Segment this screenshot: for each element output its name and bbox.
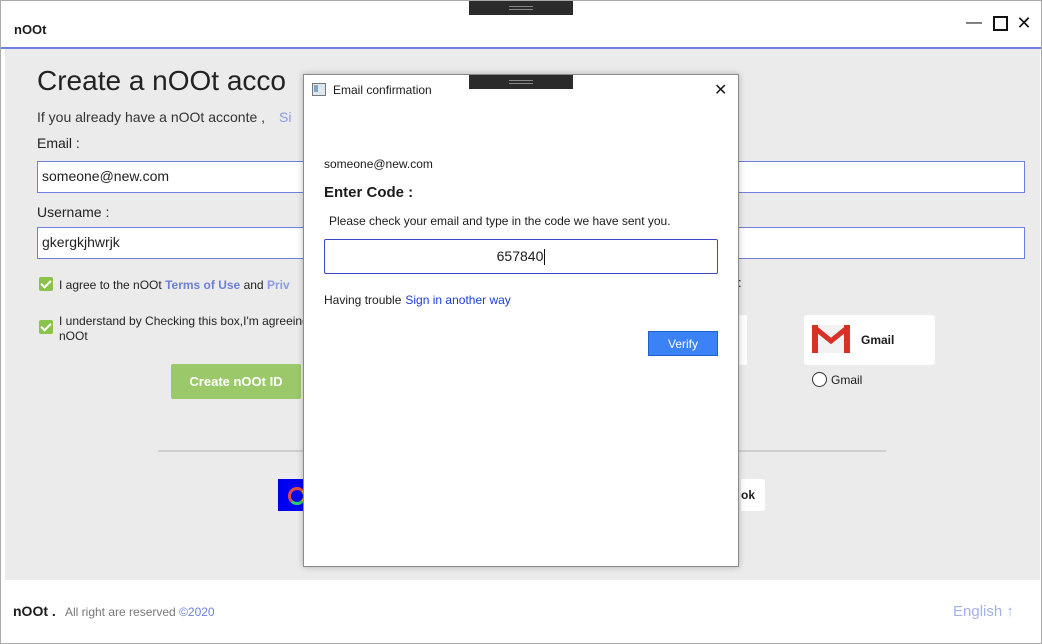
dialog-drag-handle[interactable] xyxy=(469,75,573,89)
code-input[interactable]: 657840 xyxy=(324,239,718,274)
verify-button[interactable]: Verify xyxy=(648,331,718,356)
trouble-line: Having trouble Sign in another way xyxy=(324,293,511,307)
gmail-radio-label: Gmail xyxy=(831,373,863,387)
gmail-card-label: Gmail xyxy=(861,333,895,347)
sign-in-link[interactable]: Si xyxy=(279,109,291,125)
drag-handle[interactable] xyxy=(469,1,573,15)
email-label: Email : xyxy=(37,135,80,151)
page-title: Create a nOOt acco xyxy=(37,65,287,96)
gmail-radio[interactable] xyxy=(812,372,827,387)
agree-prefix: I agree to the nOOt xyxy=(59,278,162,292)
gmail-icon xyxy=(812,325,850,353)
have-account-line: If you already have a nOOt acconte , Si xyxy=(37,109,291,125)
arrow-up-icon: ↑ xyxy=(1006,603,1014,620)
code-value: 657840 xyxy=(496,248,544,264)
understand-line-2: nOOt xyxy=(59,329,88,343)
minimize-icon[interactable]: — xyxy=(963,13,985,33)
language-label: English xyxy=(953,603,1003,620)
rights-text: All right are reserved xyxy=(65,605,176,619)
terms-checkbox[interactable] xyxy=(39,277,53,291)
understand-text: I understand by Checking this box,I'm ag… xyxy=(59,314,319,344)
trouble-text: Having trouble xyxy=(324,293,402,307)
create-id-button[interactable]: Create nOOt ID xyxy=(171,364,301,399)
maximize-icon[interactable] xyxy=(989,13,1011,37)
agree-and: and xyxy=(243,278,264,292)
provider-card-edge[interactable] xyxy=(739,315,747,365)
close-icon[interactable]: ✕ xyxy=(1013,13,1035,33)
have-account-text: If you already have a nOOt acconte , xyxy=(37,109,266,125)
facebook-signin-button[interactable]: ok xyxy=(741,479,765,511)
gmail-card[interactable]: Gmail xyxy=(804,315,935,365)
terms-agreement: I agree to the nOOt Terms of Use and Pri… xyxy=(59,278,290,292)
text-caret xyxy=(544,249,546,266)
footer: nOOt . All right are reserved ©2020 Engl… xyxy=(1,581,1041,643)
copyright-year: ©2020 xyxy=(179,605,215,619)
privacy-link[interactable]: Priv xyxy=(267,278,290,292)
footer-rights: All right are reserved ©2020 xyxy=(65,605,215,619)
terms-of-use-link[interactable]: Terms of Use xyxy=(165,278,240,292)
username-label: Username : xyxy=(37,204,110,220)
dialog-email: someone@new.com xyxy=(324,157,433,171)
understand-checkbox[interactable] xyxy=(39,320,53,334)
email-confirmation-dialog: Email confirmation ✕ someone@new.com Ent… xyxy=(303,74,739,567)
dialog-title: Email confirmation xyxy=(333,83,432,97)
code-instruction: Please check your email and type in the … xyxy=(329,214,671,228)
footer-brand: nOOt . xyxy=(13,603,56,619)
language-selector[interactable]: English ↑ xyxy=(953,603,1014,620)
window-icon xyxy=(312,83,326,96)
title-bar[interactable]: nOOt — ✕ xyxy=(1,1,1041,49)
dialog-close-icon[interactable]: ✕ xyxy=(714,80,727,100)
enter-code-label: Enter Code : xyxy=(324,184,414,201)
window-title: nOOt xyxy=(14,22,47,37)
sign-in-another-way-link[interactable]: Sign in another way xyxy=(405,293,510,307)
understand-line-1: I understand by Checking this box,I'm ag… xyxy=(59,314,309,328)
